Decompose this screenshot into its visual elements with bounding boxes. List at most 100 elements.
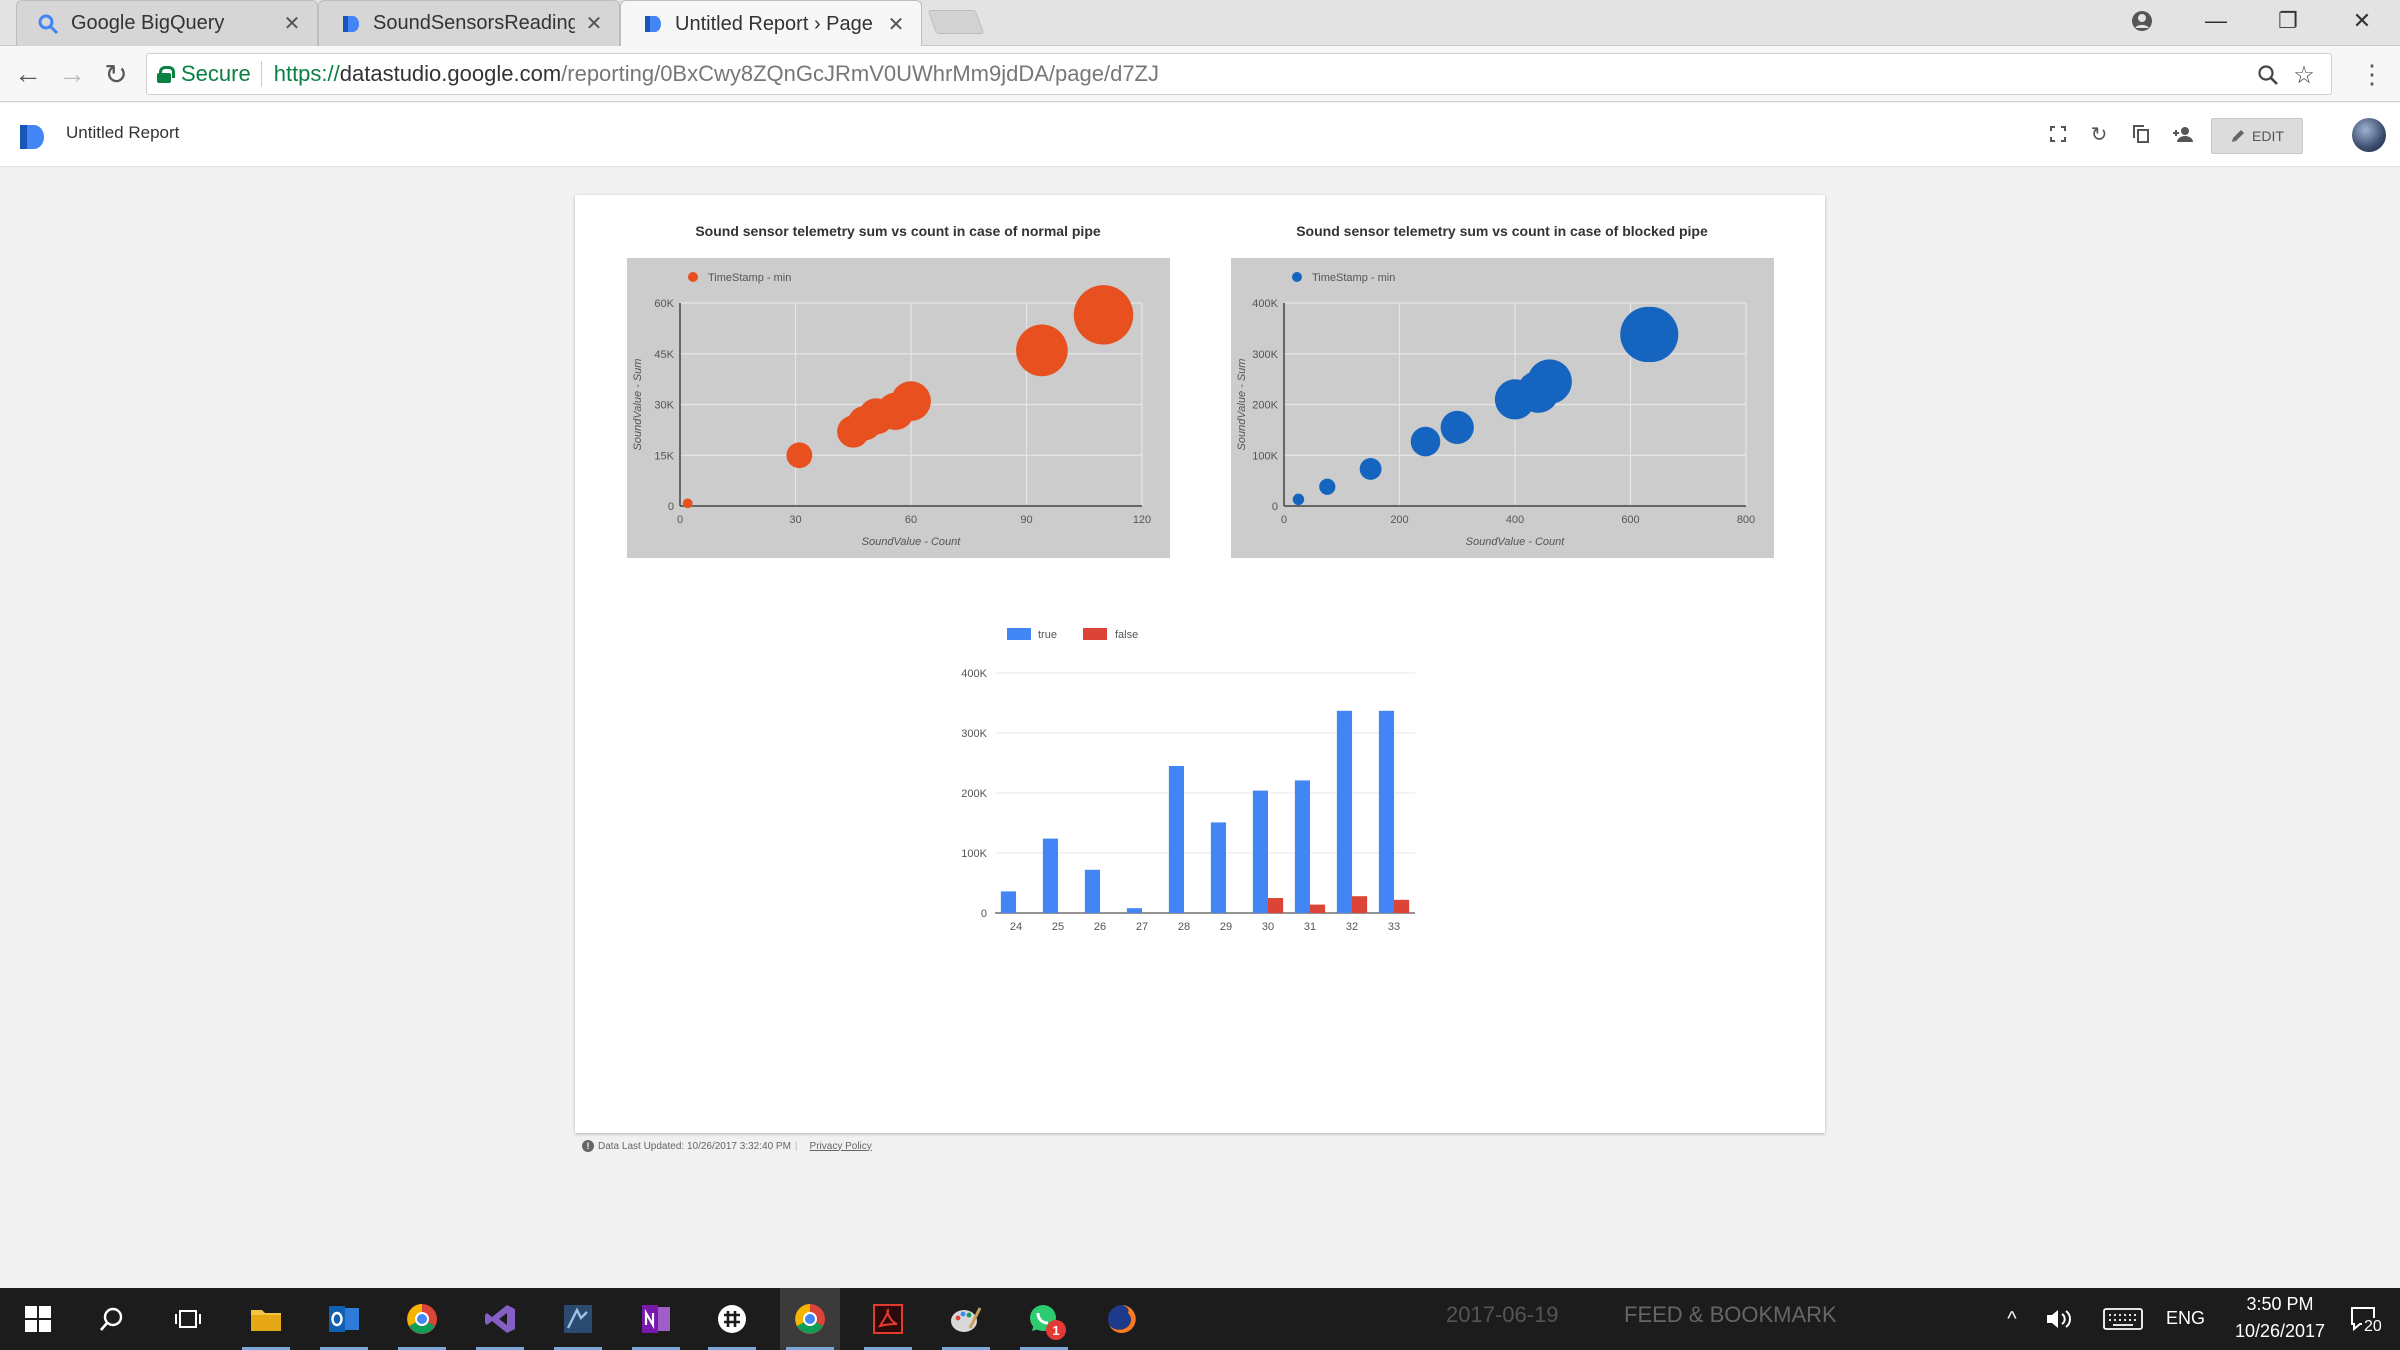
scatter-point: [1319, 478, 1336, 495]
action-center-icon[interactable]: 20: [2334, 1288, 2394, 1350]
app-header: Untitled Report ↻ EDIT: [0, 103, 2400, 167]
scatter-point: [891, 381, 931, 422]
scatter-point: [1440, 410, 1474, 444]
taskbar: 2017-06-19 FEED & BOOKMARK 1 ^ ENG 3:50 …: [0, 1288, 2400, 1350]
edit-button[interactable]: EDIT: [2211, 118, 2303, 154]
chrome-icon[interactable]: [780, 1288, 840, 1350]
tab-untitled-report[interactable]: Untitled Report › Page 1 ✕: [620, 0, 922, 47]
close-icon[interactable]: ✕: [583, 11, 605, 36]
y-tick-label: 45K: [654, 349, 674, 361]
forward-button[interactable]: →: [50, 46, 94, 102]
x-tick-label: 27: [1136, 921, 1148, 933]
scatter-point: [1359, 458, 1382, 480]
bookmark-star-icon[interactable]: ☆: [2287, 54, 2321, 96]
data-studio-logo[interactable]: [18, 123, 46, 151]
new-tab-button[interactable]: [927, 10, 985, 34]
zoom-icon[interactable]: [2251, 54, 2285, 96]
share-person-icon[interactable]: [2166, 117, 2200, 151]
y-tick-label: 200K: [1252, 400, 1278, 412]
close-icon[interactable]: ✕: [885, 12, 907, 37]
minimize-button[interactable]: —: [2186, 0, 2246, 42]
visual-studio-icon[interactable]: [470, 1288, 530, 1350]
secure-label: Secure: [181, 61, 251, 86]
chrome-icon[interactable]: [392, 1288, 452, 1350]
scatter-point: [1292, 493, 1305, 506]
data-studio-icon: [641, 13, 663, 35]
report-canvas: Sound sensor telemetry sum vs count in c…: [575, 195, 1825, 1133]
tab-bigquery[interactable]: Google BigQuery ✕: [16, 0, 318, 46]
notification-count: 20: [2362, 1318, 2384, 1336]
profile-icon[interactable]: [2112, 0, 2172, 42]
lock-icon: [157, 66, 175, 83]
bar-true: [1336, 710, 1352, 913]
bar-true: [1168, 766, 1184, 913]
menu-kebab-icon[interactable]: ⋮: [2350, 46, 2394, 102]
clock-date[interactable]: 10/26/2017: [2210, 1321, 2350, 1342]
url-protocol: https://: [273, 61, 340, 86]
start-windows-icon[interactable]: [8, 1288, 68, 1350]
address-bar: ← → ↻ Secure https://datastudio.google.c…: [0, 46, 2400, 102]
bar-false: [1352, 896, 1368, 913]
background-text: FEED & BOOKMARK: [1624, 1302, 1837, 1327]
keyboard-icon[interactable]: [2096, 1288, 2150, 1350]
slack-icon[interactable]: [702, 1288, 762, 1350]
whatsapp-icon[interactable]: 1: [1014, 1288, 1074, 1350]
show-hidden-icons[interactable]: ^: [1992, 1288, 2032, 1350]
language-indicator[interactable]: ENG: [2166, 1308, 2205, 1329]
legend-label-true: true: [1038, 629, 1057, 641]
search-icon: [37, 13, 59, 35]
search-icon[interactable]: [82, 1288, 142, 1350]
scatter-chart-normal[interactable]: 0 15K 30K 45K 60K 0 30 60 90 120 SoundValue - Coun…: [627, 258, 1170, 558]
tab-strip: Google BigQuery ✕ SoundSensorsReadingTa …: [0, 0, 2400, 47]
url-input[interactable]: Secure https://datastudio.google.com/rep…: [146, 53, 2332, 95]
report-title[interactable]: Untitled Report: [66, 123, 179, 143]
url-host: datastudio.google.com: [339, 61, 562, 86]
x-tick-label: 31: [1304, 921, 1316, 933]
outlook-icon[interactable]: [314, 1288, 374, 1350]
y-tick-label: 100K: [1252, 450, 1278, 462]
avatar[interactable]: [2352, 118, 2386, 152]
scatter-point: [786, 442, 813, 469]
database-tool-icon[interactable]: [548, 1288, 608, 1350]
scatter-point: [1073, 285, 1134, 345]
chart-title-normal: Sound sensor telemetry sum vs count in c…: [695, 223, 1101, 239]
x-tick-label: 400: [1506, 514, 1524, 526]
scatter-point: [1527, 359, 1572, 404]
file-explorer-icon[interactable]: [236, 1288, 296, 1350]
bar-false: [1310, 904, 1326, 913]
onenote-icon[interactable]: [626, 1288, 686, 1350]
x-tick-label: 120: [1133, 514, 1151, 526]
x-tick-label: 30: [1262, 921, 1274, 933]
clock-time[interactable]: 3:50 PM: [2230, 1294, 2330, 1315]
acrobat-icon[interactable]: [858, 1288, 918, 1350]
x-tick-label: 28: [1178, 921, 1190, 933]
legend-label: TimeStamp - min: [1312, 272, 1395, 284]
reload-button[interactable]: ↻: [94, 46, 138, 102]
chart-title-blocked: Sound sensor telemetry sum vs count in c…: [1296, 223, 1708, 239]
privacy-policy-link[interactable]: Privacy Policy: [810, 1141, 872, 1152]
bar-true: [1000, 891, 1016, 913]
close-icon[interactable]: ✕: [281, 11, 303, 36]
fullscreen-icon[interactable]: [2041, 117, 2075, 151]
paint-icon[interactable]: [936, 1288, 996, 1350]
y-axis-title: SoundValue - Sum: [1236, 359, 1248, 451]
y-tick-label: 0: [668, 501, 674, 513]
bar-chart[interactable]: 0 100K 200K 300K 400K 24 25 26 27 28 29 30 31 32 33 tru…: [945, 615, 1425, 955]
firefox-icon[interactable]: [1092, 1288, 1152, 1350]
x-tick-label: 30: [789, 514, 801, 526]
copy-icon[interactable]: [2124, 117, 2158, 151]
refresh-icon[interactable]: ↻: [2082, 117, 2116, 151]
task-view-icon[interactable]: [158, 1288, 218, 1350]
scatter-chart-blocked[interactable]: 0 100K 200K 300K 400K 0 200 400 600 800 SoundValue…: [1231, 258, 1774, 558]
bar-true: [1126, 908, 1142, 913]
tab-sound-sensors[interactable]: SoundSensorsReadingTa ✕: [318, 0, 620, 46]
y-tick-label: 60K: [654, 298, 674, 310]
y-tick-label: 100K: [961, 848, 987, 860]
legend-marker: [1292, 272, 1302, 282]
close-window-button[interactable]: ✕: [2332, 0, 2392, 42]
back-button[interactable]: ←: [6, 46, 50, 102]
volume-icon[interactable]: [2034, 1288, 2084, 1350]
x-tick-label: 0: [677, 514, 683, 526]
restore-button[interactable]: ❐: [2258, 0, 2318, 42]
report-footer: ! Data Last Updated: 10/26/2017 3:32:40 …: [582, 1140, 872, 1152]
